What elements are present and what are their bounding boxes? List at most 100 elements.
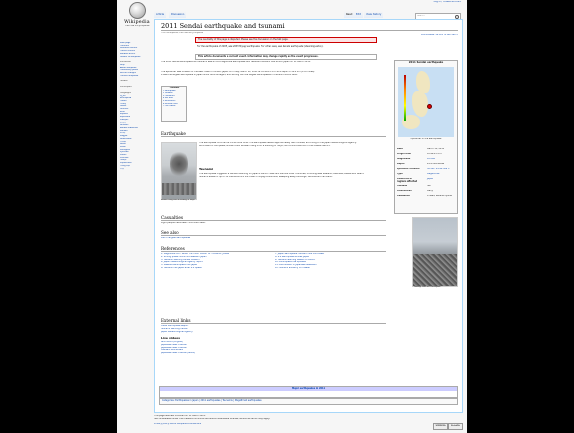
infobox-key: Tsunami [397,185,408,187]
smoke-plume [170,149,188,179]
coordinates-link[interactable]: Coordinates: 38.322°N 142.369°E [421,34,458,37]
infobox-key: Countries or regions affected [397,178,418,183]
infobox-row: Casualties 8 dead, several injured [397,195,455,199]
infobox-key: Casualties [397,195,410,197]
list-item[interactable]: Japanese news channel (audio) [161,352,386,355]
infobox-key: Aftershocks [397,190,412,192]
infobox-key: Epicenter location [397,168,420,170]
page-subtitle: From Wikipedia, the free encyclopedia [161,31,203,34]
footer-links[interactable]: Privacy policy About Wikipedia Disclaime… [154,423,463,426]
section-heading-live-videos: Live videos [161,336,180,340]
tab-discussion[interactable]: Discussion [169,11,187,18]
tab-edit[interactable]: Edit [354,11,363,18]
infobox-row: Aftershocks Many [397,190,455,194]
infobox-row: Magnitude 8.9 Mw [397,158,455,162]
toc-item[interactable]: 7 Live videos [162,105,186,108]
sidebar-interaction: Interaction Help About Wikipedia Communi… [120,61,152,77]
infobox-title: 2011 Sendai earthquake [408,61,444,64]
earthquake-paragraph: The earthquake occurred at 14:46 local t… [199,142,385,148]
infobox-key: Type [397,173,403,175]
infobox-value[interactable]: 38.322°N 142.369°E [427,168,455,171]
tokyo-smoke-photo[interactable] [161,142,197,200]
neutrality-notice: The neutrality of this page is disputed.… [195,37,377,43]
body-text: Tsunami waves of up to 10 metres struck … [199,175,333,178]
epicenter-marker [427,103,432,109]
infobox-value: 05:46:23 UTC [427,153,442,155]
infobox-row: Countries or regions affected Japan [397,178,455,184]
body-text: Eight people have been confirmed dead. [161,222,206,224]
tab-read[interactable]: Read [344,11,355,18]
lead-text: It was the largest earthquake in Japan s… [161,73,298,76]
section-heading-tsunami: Tsunami [199,167,213,171]
sidebar-print: Print/export [120,86,152,89]
lead-text: The 2011 Sendai earthquake and tsunami w… [161,61,311,63]
infobox-value[interactable]: Megathrust [427,173,455,176]
see-also-list: List of largest earthquakes [161,237,386,240]
section-heading-references: References [161,246,386,252]
section-heading-see-also: See also [161,230,386,236]
category-links[interactable]: Categories: Earthquakes in Japan | 2011 … [160,399,457,404]
external-links-list: USGS Earthquake Report Tsunami Warning C… [161,325,386,333]
mediawiki-badge[interactable]: MediaWiki [448,423,463,430]
logo-tagline: The Free Encyclopedia [124,25,150,27]
body-text: As a result of the quake, smoke could be… [199,144,331,147]
lead-paragraph: The epicenter was located off the east c… [161,71,386,77]
footer: This page was last modified on 11 March … [154,415,463,431]
puzzle-globe-icon [128,2,146,19]
sidebar-nav: Main page Contents Featured content Curr… [120,42,152,58]
infobox-caption: Epicenter of the earthquake [410,137,442,140]
wikimedia-badge[interactable]: WIKIMEDIA [433,423,448,430]
notice-text: The neutrality of this page is disputed.… [198,38,289,41]
epicenter-map[interactable] [398,66,454,137]
footer-license: Text is available under the Creative Com… [154,417,270,420]
login-link[interactable]: Log in / create account [371,1,461,4]
reference-item[interactable]: 12. Tsunami advisory for Hawaii [275,267,385,270]
category-bar: Categories: Earthquakes in Japan | 2011 … [159,398,458,405]
city-skyline [162,183,196,195]
sidebar-languages: Languages العربية Български Català Česky… [120,92,152,170]
list-item[interactable]: Japan Meteorological Agency [161,331,386,334]
infobox-key: Magnitude [397,158,411,160]
sidebar-heading-print[interactable]: Print/export [120,86,152,89]
infobox-value: 24.4 kilometres [427,163,445,165]
infobox: 2011 Sendai earthquake Epicenter of the … [394,60,458,214]
section-heading-earthquake: Earthquake [161,131,386,137]
damage-photo[interactable] [412,217,458,287]
infobox-value: Yes [427,185,431,187]
sidebar: Main page Contents Featured content Curr… [120,42,152,173]
lead-paragraph: The 2011 Sendai earthquake and tsunami w… [161,61,386,64]
references-list: 1. Magnitude 8.9 - NEAR THE EAST COAST O… [161,253,386,289]
language-link[interactable]: 中文 [120,168,152,171]
infobox-row: Date March 11, 2011 [397,148,455,152]
navbox-title[interactable]: Major earthquakes in 2011 [160,387,457,391]
infobox-row: Epicenter location 38.322°N 142.369°E [397,168,455,172]
sidebar-item-donate[interactable]: Donate to Wikipedia [120,56,152,59]
land-hokkaido [416,70,430,93]
references-column: 1. Magnitude 8.9 - NEAR THE EAST COAST O… [161,253,271,270]
sidebar-heading-toolbox[interactable]: Toolbox [120,80,152,83]
list-item[interactable]: List of largest earthquakes [161,237,386,240]
photo-caption: Smoke rising from a building in Tokyo [161,199,195,201]
infobox-value[interactable]: Japan [427,178,455,181]
intensity-scale [404,74,406,121]
sidebar-toolbox: Toolbox [120,80,152,83]
wikipedia-logo[interactable]: Wikipedia The Free Encyclopedia [120,2,154,27]
debris-area [413,254,457,286]
casualties-paragraph: Eight people have been confirmed dead. [161,222,386,225]
infobox-row: Depth 24.4 kilometres [397,163,455,167]
section-heading-external-links: External links [161,318,386,324]
hatnote-text: For the earthquake of 2005, see 2005 Miy… [197,45,324,48]
tab-view-history[interactable]: View history [364,11,384,18]
references-column: 7. Japan earthquake: tsunami hits north-… [275,253,385,270]
infobox-value[interactable]: 8.9 Mw [427,158,455,161]
tsunami-paragraph: The earthquake triggered a tsunami warni… [199,173,385,179]
infobox-row: Tsunami Yes [397,185,455,189]
reference-item[interactable]: 6. Tsunami hits Japan after 8.9 quake [161,267,271,270]
hatnote: For the earthquake of 2005, see 2005 Miy… [195,45,375,49]
tab-article[interactable]: Article [154,11,167,18]
sidebar-item-contact[interactable]: Contact Wikipedia [120,75,152,78]
footer-badges: WIKIMEDIA MediaWiki [433,423,463,430]
page-title: 2011 Sendai earthquake and tsunami [161,22,285,30]
table-of-contents: Contents 1 Earthquake 2 Tsunami 3 Casual… [161,86,187,122]
live-videos-list: NHK World (English) Japanese news channe… [161,341,386,355]
